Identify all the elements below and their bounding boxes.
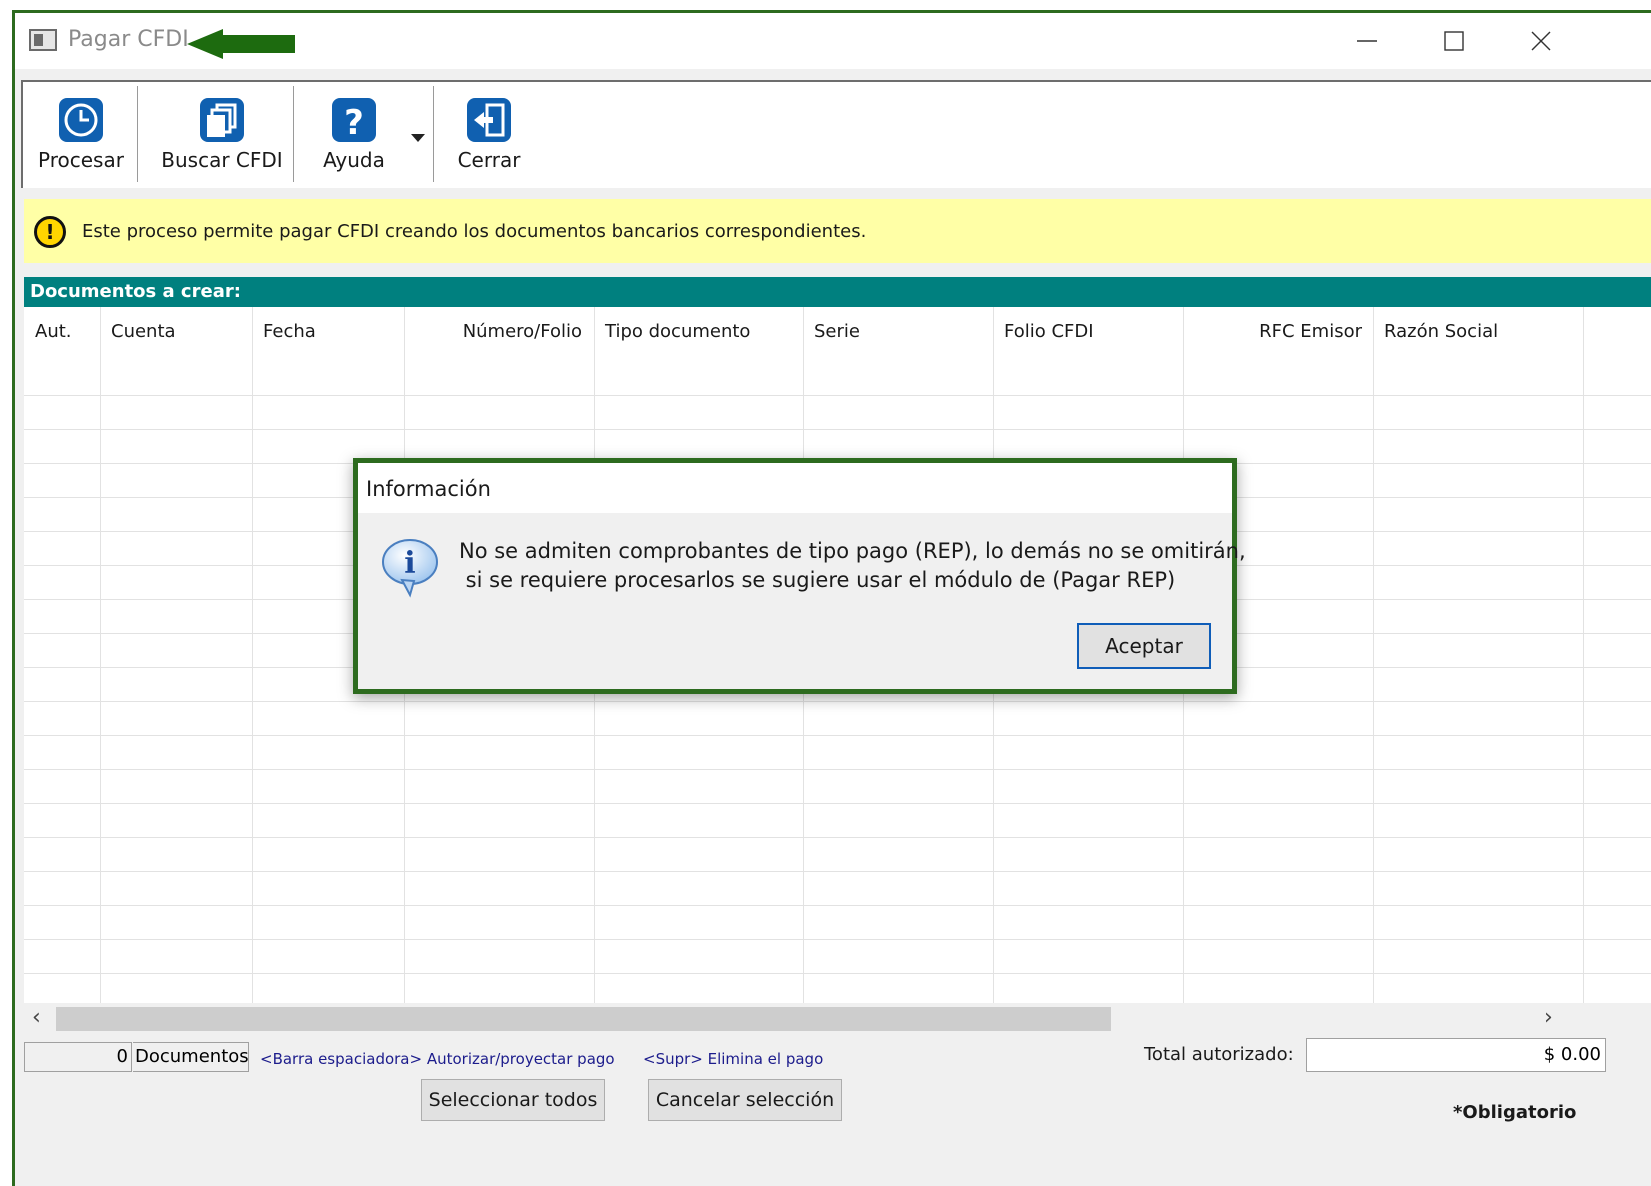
close-icon: [1531, 31, 1551, 51]
minimize-icon: [1357, 40, 1377, 42]
clock-icon: [59, 98, 103, 142]
maximize-button[interactable]: [1418, 21, 1490, 61]
documents-icon: [200, 98, 244, 142]
scroll-thumb[interactable]: [56, 1007, 1111, 1031]
info-message: Este proceso permite pagar CFDI creando …: [82, 221, 867, 242]
required-note: *Obligatorio: [1453, 1102, 1577, 1123]
documents-label: Documentos: [133, 1042, 249, 1072]
info-dialog: Información i No se admiten comprobantes…: [353, 458, 1246, 694]
col-header-razon-social[interactable]: Razón Social: [1384, 321, 1498, 342]
ayuda-button[interactable]: ? Ayuda: [307, 82, 401, 186]
status-bar: 0 Documentos <Barra espaciadora> Autoriz…: [24, 1038, 1651, 1074]
col-header-numero-folio[interactable]: Número/Folio: [404, 321, 582, 342]
help-icon: ?: [332, 98, 376, 143]
procesar-label: Procesar: [38, 148, 124, 172]
green-arrow-icon: [187, 29, 295, 59]
cerrar-label: Cerrar: [457, 148, 521, 172]
col-header-folio-cfdi[interactable]: Folio CFDI: [1004, 321, 1094, 342]
scroll-right-icon[interactable]: ›: [1544, 1005, 1553, 1030]
horizontal-scrollbar[interactable]: ‹ ›: [24, 1003, 1651, 1035]
minimize-button[interactable]: [1331, 21, 1403, 61]
select-all-button[interactable]: Seleccionar todos: [421, 1079, 605, 1121]
col-header-cuenta[interactable]: Cuenta: [111, 321, 176, 342]
toolbar: Procesar Buscar CFDI ? Ayuda Cerrar: [21, 80, 1651, 188]
info-bar: ! Este proceso permite pagar CFDI creand…: [24, 199, 1651, 263]
hint-space: <Barra espaciadora> Autorizar/proyectar …: [260, 1050, 615, 1068]
accept-button[interactable]: Aceptar: [1077, 623, 1211, 669]
total-label: Total autorizado:: [1144, 1044, 1294, 1065]
dialog-message: No se admiten comprobantes de tipo pago …: [459, 539, 1246, 592]
title-bar: Pagar CFDI: [15, 13, 1651, 69]
svg-text:?: ?: [344, 103, 364, 143]
cerrar-button[interactable]: Cerrar: [443, 82, 535, 186]
section-header: Documentos a crear:: [24, 277, 1651, 307]
scroll-left-icon[interactable]: ‹: [32, 1005, 41, 1030]
col-header-rfc-emisor[interactable]: RFC Emisor: [1183, 321, 1362, 342]
col-header-tipo-documento[interactable]: Tipo documento: [605, 321, 750, 342]
info-balloon-icon: i: [382, 539, 438, 598]
svg-text:i: i: [404, 546, 415, 581]
col-header-aut[interactable]: Aut.: [35, 321, 72, 342]
buscar-cfdi-button[interactable]: Buscar CFDI: [147, 82, 297, 186]
exit-icon: [467, 98, 511, 142]
buscar-cfdi-label: Buscar CFDI: [161, 148, 283, 172]
col-header-fecha[interactable]: Fecha: [263, 321, 316, 342]
window-icon: [29, 29, 57, 51]
document-count: 0: [24, 1042, 132, 1072]
warning-icon: !: [34, 216, 66, 248]
hint-supr: <Supr> Elimina el pago: [643, 1050, 824, 1068]
dialog-title-bar: Información: [358, 463, 1232, 513]
window-title: Pagar CFDI: [68, 27, 189, 52]
col-header-serie[interactable]: Serie: [814, 321, 860, 342]
ayuda-dropdown-icon[interactable]: [411, 134, 425, 142]
cancel-selection-button[interactable]: Cancelar selección: [648, 1079, 842, 1121]
ayuda-label: Ayuda: [323, 148, 385, 172]
section-title: Documentos a crear:: [30, 281, 241, 302]
total-value: $ 0.00: [1306, 1038, 1606, 1072]
dialog-title: Información: [366, 477, 491, 501]
maximize-icon: [1444, 31, 1464, 51]
procesar-button[interactable]: Procesar: [33, 82, 129, 186]
close-window-button[interactable]: [1505, 21, 1577, 61]
